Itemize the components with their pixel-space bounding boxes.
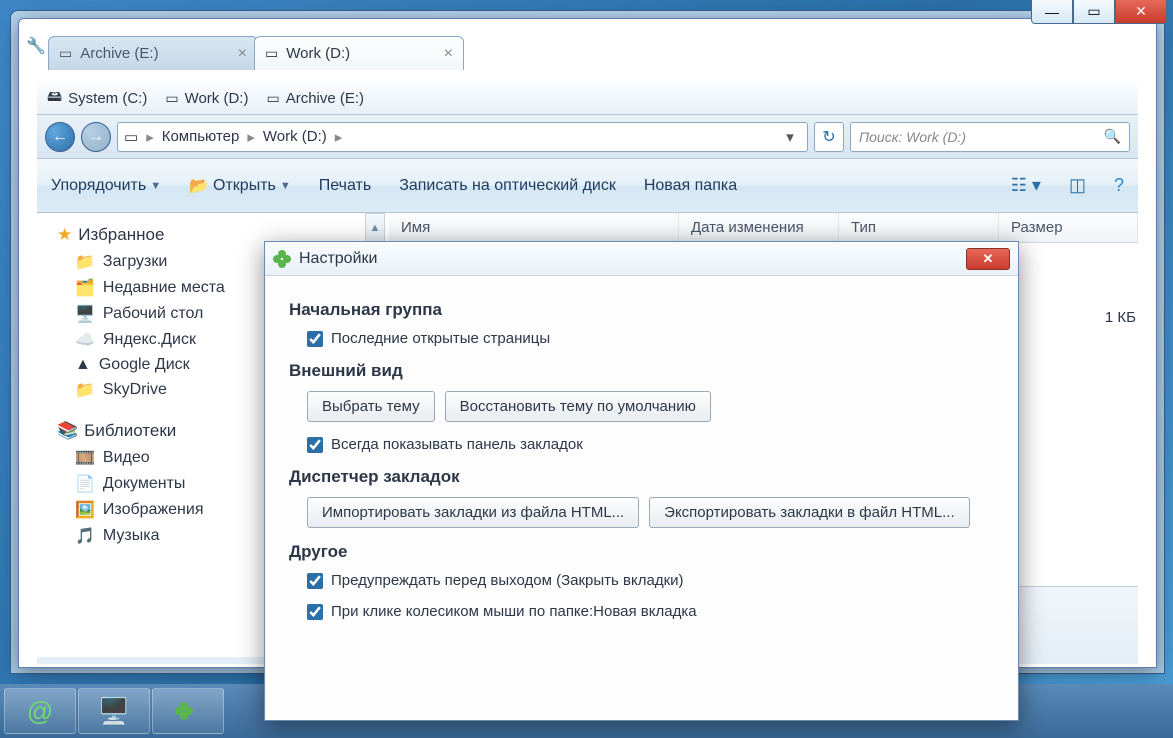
- sidebar-scroll-up[interactable]: ▲: [365, 213, 385, 243]
- music-icon: 🎵: [75, 526, 95, 546]
- chevron-right-icon: ▸: [335, 128, 343, 146]
- refresh-button[interactable]: ↻: [814, 122, 844, 152]
- chevron-down-icon: ▼: [150, 180, 161, 192]
- bookmark-archive-e[interactable]: ▭ Archive (E:): [266, 90, 364, 107]
- checkbox-input[interactable]: [307, 604, 323, 620]
- toolbar-print[interactable]: Печать: [319, 177, 371, 195]
- breadcrumb-root[interactable]: Компьютер: [162, 128, 240, 145]
- tab-archive[interactable]: ▭ Archive (E:) ×: [48, 36, 258, 70]
- document-icon: 📄: [75, 474, 95, 494]
- dialog-title: Настройки: [299, 250, 377, 268]
- gdrive-icon: ▲: [75, 356, 91, 374]
- checkbox-input[interactable]: [307, 573, 323, 589]
- import-bookmarks-button[interactable]: Импортировать закладки из файла HTML...: [307, 497, 639, 528]
- clover-icon: [273, 250, 291, 268]
- wrench-icon[interactable]: 🔧: [26, 36, 46, 56]
- search-input[interactable]: Поиск: Work (D:) 🔍: [850, 122, 1130, 152]
- checkbox-middle-click[interactable]: При клике колесиком мыши по папке:Новая …: [307, 603, 994, 620]
- desktop-icon: 🖥️: [75, 304, 95, 324]
- star-icon: ★: [57, 225, 72, 245]
- view-options-button[interactable]: ☷ ▾: [1011, 175, 1041, 196]
- search-icon: 🔍: [1104, 128, 1121, 145]
- checkbox-warn-exit[interactable]: Предупреждать перед выходом (Закрыть вкл…: [307, 572, 994, 589]
- bookmark-label: System (C:): [68, 90, 147, 107]
- drive-icon: ▭: [165, 90, 178, 107]
- drive-icon: ▭: [266, 90, 279, 107]
- file-size-value: 1 КБ: [1105, 309, 1136, 326]
- column-name[interactable]: Имя: [389, 213, 679, 242]
- tab-label: Work (D:): [286, 45, 350, 62]
- recent-icon: 🗂️: [75, 278, 95, 298]
- cloud-icon: ☁️: [75, 330, 95, 350]
- window-controls: — ▭ ✕: [1031, 0, 1167, 24]
- column-headers: Имя Дата изменения Тип Размер: [389, 213, 1138, 243]
- checkbox-input[interactable]: [307, 437, 323, 453]
- drive-icon: ▭: [59, 45, 72, 62]
- taskbar-app-1[interactable]: @: [4, 688, 76, 734]
- drive-icon: 🖴: [47, 86, 62, 111]
- nav-forward-button[interactable]: →: [81, 122, 111, 152]
- breadcrumb-dropdown[interactable]: ▾: [779, 128, 801, 146]
- search-placeholder: Поиск: Work (D:): [859, 129, 966, 145]
- bookmarks-bar: 🖴 System (C:) ▭ Work (D:) ▭ Archive (E:): [37, 83, 1138, 115]
- section-start-group: Начальная группа: [289, 300, 994, 320]
- bookmark-work-d[interactable]: ▭ Work (D:): [165, 90, 248, 107]
- column-type[interactable]: Тип: [839, 213, 999, 242]
- settings-dialog: Настройки ✕ Начальная группа Последние о…: [264, 241, 1019, 721]
- column-date[interactable]: Дата изменения: [679, 213, 839, 242]
- toolbar-open[interactable]: 📂 Открыть▼: [189, 176, 291, 196]
- image-icon: 🖼️: [75, 500, 95, 520]
- bookmark-label: Work (D:): [185, 90, 249, 107]
- help-button[interactable]: ?: [1114, 175, 1124, 196]
- drive-icon: ▭: [124, 128, 138, 146]
- folder-icon: 📁: [75, 380, 95, 400]
- toolbar-burn[interactable]: Записать на оптический диск: [399, 177, 616, 195]
- section-appearance: Внешний вид: [289, 361, 994, 381]
- tab-close-icon[interactable]: ×: [238, 45, 247, 63]
- tab-close-icon[interactable]: ×: [444, 45, 453, 63]
- minimize-button[interactable]: —: [1031, 0, 1073, 24]
- dialog-body: Начальная группа Последние открытые стра…: [265, 276, 1018, 650]
- dialog-titlebar[interactable]: Настройки ✕: [265, 242, 1018, 276]
- choose-theme-button[interactable]: Выбрать тему: [307, 391, 435, 422]
- checkbox-show-bookmarks[interactable]: Всегда показывать панель закладок: [307, 436, 994, 453]
- chevron-down-icon: ▼: [280, 180, 291, 192]
- chevron-right-icon: ▸: [146, 128, 154, 146]
- drive-icon: ▭: [265, 45, 278, 62]
- tab-work[interactable]: ▭ Work (D:) ×: [254, 36, 464, 70]
- nav-bar: ← → ▭ ▸ Компьютер ▸ Work (D:) ▸ ▾ ↻ Поис…: [37, 115, 1138, 159]
- checkbox-last-pages[interactable]: Последние открытые страницы: [307, 330, 994, 347]
- clover-icon: [175, 702, 193, 720]
- breadcrumb-current[interactable]: Work (D:): [263, 128, 327, 145]
- restore-theme-button[interactable]: Восстановить тему по умолчанию: [445, 391, 711, 422]
- section-other: Другое: [289, 542, 994, 562]
- nav-back-button[interactable]: ←: [45, 122, 75, 152]
- export-bookmarks-button[interactable]: Экспортировать закладки в файл HTML...: [649, 497, 969, 528]
- video-icon: 🎞️: [75, 448, 95, 468]
- chevron-right-icon: ▸: [247, 128, 255, 146]
- open-icon: 📂: [189, 176, 209, 196]
- folder-icon: 📁: [75, 252, 95, 272]
- column-size[interactable]: Размер: [999, 213, 1138, 242]
- checkbox-input[interactable]: [307, 331, 323, 347]
- bookmark-system-c[interactable]: 🖴 System (C:): [47, 86, 147, 111]
- toolbar: Упорядочить▼ 📂 Открыть▼ Печать Записать …: [37, 159, 1138, 213]
- tab-label: Archive (E:): [80, 45, 158, 62]
- taskbar-app-clover[interactable]: [152, 688, 224, 734]
- toolbar-organize[interactable]: Упорядочить▼: [51, 177, 161, 195]
- taskbar-app-2[interactable]: 🖥️: [78, 688, 150, 734]
- dialog-close-button[interactable]: ✕: [966, 248, 1010, 270]
- maximize-button[interactable]: ▭: [1073, 0, 1115, 24]
- close-button[interactable]: ✕: [1115, 0, 1167, 24]
- breadcrumb[interactable]: ▭ ▸ Компьютер ▸ Work (D:) ▸ ▾: [117, 122, 808, 152]
- library-icon: 📚: [57, 421, 78, 441]
- toolbar-new-folder[interactable]: Новая папка: [644, 177, 737, 195]
- tabs-row: ▭ Archive (E:) × ▭ Work (D:) ×: [48, 30, 1153, 70]
- bookmark-label: Archive (E:): [286, 90, 364, 107]
- section-bookmarks-manager: Диспетчер закладок: [289, 467, 994, 487]
- preview-pane-button[interactable]: ◫: [1069, 175, 1086, 196]
